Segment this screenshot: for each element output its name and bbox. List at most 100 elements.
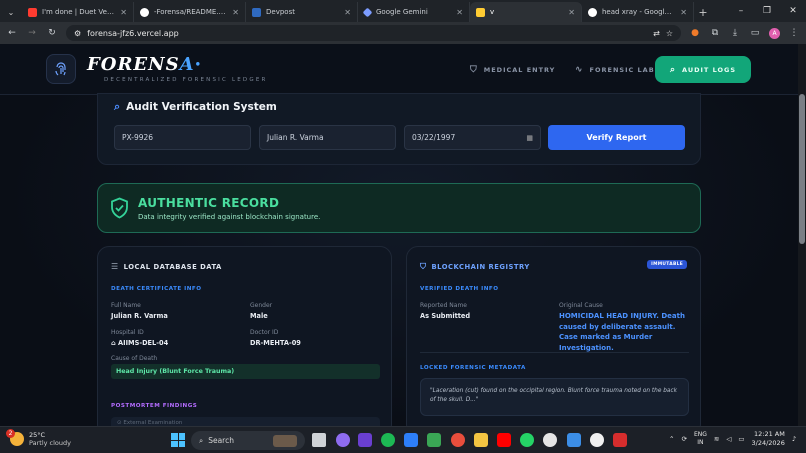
language-indicator[interactable]: ENG IN bbox=[694, 431, 707, 447]
reload-icon[interactable]: ↻ bbox=[46, 28, 58, 38]
translate-icon[interactable]: ⇄ bbox=[653, 29, 660, 38]
spotify-icon[interactable] bbox=[381, 433, 395, 447]
windows-start-icon[interactable] bbox=[171, 433, 185, 447]
full-name-value: Julian R. Varma bbox=[111, 312, 168, 320]
sync-icon[interactable]: ⟳ bbox=[682, 435, 687, 443]
taskbar-search[interactable]: ⌕ Search bbox=[191, 431, 305, 450]
app-icon bbox=[476, 7, 485, 17]
new-tab-button[interactable]: + bbox=[694, 2, 712, 22]
url-bar[interactable]: ⚙ forensa-jfz6.vercel.app ⇄ ☆ bbox=[66, 25, 681, 41]
tab-title: Google Gemini bbox=[376, 8, 428, 16]
brand-name[interactable]: FORENSA• bbox=[87, 54, 202, 75]
weather-icon: 2 bbox=[6, 429, 24, 446]
chevron-up-icon[interactable]: ⌃ bbox=[669, 435, 674, 443]
battery-icon[interactable]: ▭ bbox=[738, 435, 744, 443]
tab-youtube[interactable]: I'm done | Duet Version | I ✕ bbox=[22, 2, 134, 22]
whatsapp-icon[interactable] bbox=[520, 433, 534, 447]
avatar[interactable]: A bbox=[769, 27, 780, 39]
brand-tagline: DECENTRALIZED FORENSIC LEDGER bbox=[104, 77, 268, 83]
scrollbar-thumb[interactable] bbox=[799, 94, 805, 244]
activity-icon: ∿ bbox=[575, 65, 584, 75]
app-icon[interactable] bbox=[358, 433, 372, 447]
name-input[interactable]: Julian R. Varma bbox=[259, 125, 396, 150]
shield-icon: ⛉ bbox=[470, 65, 478, 75]
media-player-icon[interactable] bbox=[590, 433, 604, 447]
close-icon[interactable]: ✕ bbox=[456, 8, 463, 17]
app-icon[interactable] bbox=[427, 433, 441, 447]
tab-search-button[interactable]: ⌄ bbox=[0, 2, 22, 22]
nav-medical-entry[interactable]: ⛉ MEDICAL ENTRY bbox=[470, 57, 555, 83]
section-title: VERIFIED DEATH INFO bbox=[420, 286, 499, 292]
metadata-title: LOCKED FORENSIC METADATA bbox=[420, 365, 526, 371]
hospital-icon: ⌂ bbox=[111, 339, 119, 347]
volume-icon[interactable]: ◁ bbox=[726, 435, 731, 443]
doctor-value: DR-MEHTA-09 bbox=[250, 339, 301, 347]
authentic-record-banner: AUTHENTIC RECORD Data integrity verified… bbox=[97, 183, 701, 233]
cause-of-death-value: Head Injury (Blunt Force Trauma) bbox=[111, 364, 380, 379]
fingerprint-icon[interactable] bbox=[46, 54, 76, 84]
close-icon[interactable]: ✕ bbox=[568, 8, 575, 17]
close-icon[interactable]: ✕ bbox=[344, 8, 351, 17]
maximize-button[interactable]: ❐ bbox=[754, 6, 780, 16]
window-controls: – ❐ ✕ bbox=[728, 0, 806, 22]
github-icon bbox=[140, 7, 149, 17]
youtube-icon[interactable] bbox=[497, 433, 511, 447]
back-icon[interactable]: ← bbox=[6, 28, 18, 38]
menu-icon[interactable]: ⋮ bbox=[788, 28, 800, 38]
clock[interactable]: 12:21 AM 3/24/2026 bbox=[752, 430, 785, 448]
youtube-icon bbox=[28, 7, 37, 17]
close-window-button[interactable]: ✕ bbox=[780, 6, 806, 16]
blockchain-title: BLOCKCHAIN REGISTRY bbox=[431, 263, 530, 271]
scrollbar[interactable] bbox=[798, 44, 806, 426]
blockchain-registry-card: ⛉ BLOCKCHAIN REGISTRY IMMUTABLE VERIFIED… bbox=[406, 246, 701, 426]
devpost-icon bbox=[252, 7, 261, 17]
extension-icon[interactable]: ● bbox=[689, 28, 701, 38]
site-info-icon[interactable]: ⚙ bbox=[74, 29, 81, 38]
blockchain-header: ⛉ BLOCKCHAIN REGISTRY bbox=[420, 262, 530, 272]
wifi-icon[interactable]: ≋ bbox=[714, 435, 719, 443]
local-db-header: ☰ LOCAL DATABASE DATA bbox=[111, 262, 222, 271]
task-view-icon[interactable] bbox=[312, 433, 326, 447]
vscode-icon[interactable] bbox=[404, 433, 418, 447]
puzzle-icon[interactable]: ⧉ bbox=[709, 28, 721, 38]
tab-google[interactable]: head xray - Google Search ✕ bbox=[582, 2, 694, 22]
google-icon bbox=[588, 7, 597, 17]
shield-check-icon bbox=[110, 197, 129, 219]
audit-title-text: Audit Verification System bbox=[126, 101, 277, 113]
authentic-title: AUTHENTIC RECORD bbox=[138, 196, 280, 210]
tab-gemini[interactable]: Google Gemini ✕ bbox=[358, 2, 470, 22]
copilot-icon[interactable] bbox=[336, 433, 350, 447]
download-icon[interactable]: ⤓ bbox=[729, 28, 741, 38]
tab-devpost[interactable]: Devpost ✕ bbox=[246, 2, 358, 22]
close-icon[interactable]: ✕ bbox=[680, 8, 687, 17]
app-icon[interactable] bbox=[567, 433, 581, 447]
nav-forensic-lab[interactable]: ∿ FORENSIC LAB bbox=[575, 57, 655, 83]
hospital-value: ⌂ AIIMS-DEL-04 bbox=[111, 339, 169, 347]
search-icon: ⌕ bbox=[199, 435, 204, 445]
weather-widget[interactable]: 2 25°C Partly cloudy bbox=[6, 429, 71, 447]
file-explorer-icon[interactable] bbox=[474, 433, 488, 447]
calendar-icon[interactable]: ▦ bbox=[526, 134, 533, 142]
close-icon[interactable]: ✕ bbox=[232, 8, 239, 17]
tab-active[interactable]: v ✕ bbox=[470, 2, 582, 22]
chatgpt-icon[interactable] bbox=[543, 433, 557, 447]
dob-input[interactable]: 03/22/1997 ▦ bbox=[404, 125, 541, 150]
tab-title: v bbox=[490, 8, 495, 16]
verify-report-button[interactable]: Verify Report bbox=[548, 125, 685, 150]
tab-github[interactable]: -Forensa/README.md at m ✕ bbox=[134, 2, 246, 22]
search-icon: ⌕ bbox=[114, 100, 121, 113]
notification-bell-icon[interactable]: ♪ bbox=[792, 435, 796, 443]
patient-id-input[interactable]: PX-9926 bbox=[114, 125, 251, 150]
close-icon[interactable]: ✕ bbox=[120, 8, 127, 17]
minimize-button[interactable]: – bbox=[728, 6, 754, 16]
bookmark-star-icon[interactable]: ☆ bbox=[666, 29, 673, 38]
postmortem-item[interactable]: ⊙ External Examination bbox=[111, 417, 380, 426]
url-text: forensa-jfz6.vercel.app bbox=[87, 28, 179, 38]
browser-tab-bar: ⌄ I'm done | Duet Version | I ✕ -Forensa… bbox=[0, 0, 806, 22]
app-icon[interactable] bbox=[613, 433, 627, 447]
forward-icon[interactable]: → bbox=[26, 28, 38, 38]
tab-title: head xray - Google Search bbox=[602, 8, 676, 16]
nav-audit-logs[interactable]: ⌕ AUDIT LOGS bbox=[655, 56, 751, 83]
chrome-icon[interactable] bbox=[451, 433, 465, 447]
reading-list-icon[interactable]: ▭ bbox=[749, 28, 761, 38]
